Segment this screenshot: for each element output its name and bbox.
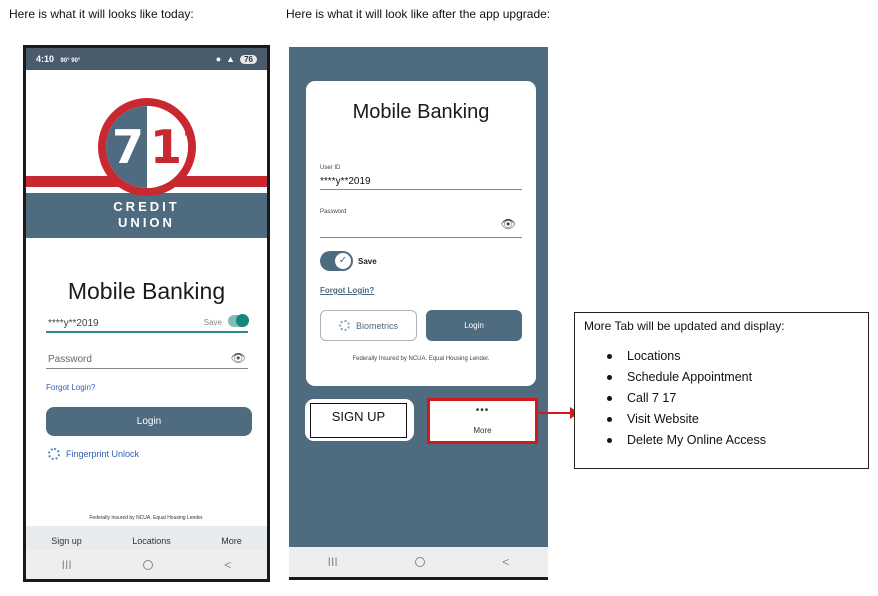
tab-sign-up[interactable]: Sign up <box>51 536 82 546</box>
caption-after: Here is what it will look like after the… <box>286 7 551 21</box>
system-nav-bar: III < <box>26 550 267 579</box>
password-field[interactable] <box>320 237 522 238</box>
login-card: Mobile Banking User ID ****y**2019 Passw… <box>306 81 536 386</box>
login-button[interactable]: Login <box>426 310 522 341</box>
phone-after-upgrade-screenshot: Mobile Banking User ID ****y**2019 Passw… <box>289 47 548 580</box>
status-time: 4:10 <box>36 54 55 64</box>
fingerprint-icon <box>48 448 60 460</box>
biometrics-button[interactable]: Biometrics <box>320 310 417 341</box>
logo-digit-right: 17 <box>147 106 188 188</box>
sign-up-card[interactable]: SIGN UP <box>305 399 414 441</box>
more-label: More <box>473 426 492 435</box>
password-field[interactable]: Password 👁 <box>46 349 248 369</box>
user-id-label: User ID <box>320 165 341 171</box>
status-left: 4:10 90° 90° <box>36 54 80 64</box>
back-icon[interactable]: < <box>502 555 509 569</box>
check-icon: ✓ <box>335 253 351 269</box>
more-tab-info-box: More Tab will be updated and display: Lo… <box>574 312 869 469</box>
status-right: ● ▲ 76 <box>216 54 257 64</box>
user-id-underline <box>320 189 522 190</box>
more-dots-icon: ••• <box>475 405 490 416</box>
password-placeholder: Password <box>48 354 92 365</box>
logo-digit-left: 7 <box>106 106 147 188</box>
fingerprint-unlock-label: Fingerprint Unlock <box>66 449 140 459</box>
home-icon[interactable] <box>414 557 425 567</box>
phone-today-screenshot: 4:10 90° 90° ● ▲ 76 CREDIT UNION 7 17 Mo… <box>23 45 270 582</box>
status-icons: 90° 90° <box>60 58 81 64</box>
list-item: Delete My Online Access <box>607 433 766 454</box>
list-item: Visit Website <box>607 412 766 433</box>
fingerprint-icon <box>338 320 350 331</box>
login-button[interactable]: Login <box>46 407 252 436</box>
recents-icon[interactable]: III <box>328 555 338 569</box>
sign-up-button[interactable]: SIGN UP <box>310 403 407 438</box>
credit-union-logo: 7 17 <box>98 98 196 196</box>
save-label: Save <box>203 318 222 327</box>
back-icon[interactable]: < <box>224 558 231 572</box>
logo-credit-text: CREDIT <box>113 199 180 214</box>
info-box-title: More Tab will be updated and display: <box>584 319 785 333</box>
signal-icon: ▲ <box>226 54 236 64</box>
save-toggle[interactable] <box>228 314 249 327</box>
save-toggle[interactable]: ✓ <box>320 251 353 271</box>
forgot-login-link[interactable]: Forgot Login? <box>320 286 374 295</box>
user-id-field[interactable]: ****y**2019 <box>320 176 371 187</box>
more-tab-button[interactable]: ••• More <box>427 398 538 444</box>
recents-icon[interactable]: III <box>62 558 72 572</box>
user-id-value: ****y**2019 <box>48 318 99 329</box>
logo-union-text: UNION <box>118 215 175 230</box>
federal-notice: Federally Insured by NCUA. Equal Housing… <box>352 356 490 362</box>
biometrics-label: Biometrics <box>355 320 398 331</box>
system-nav-bar: III < <box>289 547 548 577</box>
more-tab-items-list: Locations Schedule Appointment Call 7 17… <box>607 349 766 454</box>
eye-icon[interactable]: 👁 <box>501 217 516 231</box>
fingerprint-unlock-button[interactable]: Fingerprint Unlock <box>48 448 139 460</box>
tab-more[interactable]: More <box>221 536 242 546</box>
tab-locations[interactable]: Locations <box>132 536 171 546</box>
list-item: Schedule Appointment <box>607 370 766 391</box>
brand-slate-band: CREDIT UNION <box>26 193 267 238</box>
caption-today: Here is what it will looks like today: <box>9 7 194 21</box>
eye-icon[interactable]: 👁 <box>231 351 246 365</box>
page-title: Mobile Banking <box>352 101 490 123</box>
status-bar: 4:10 90° 90° ● ▲ 76 <box>26 48 267 70</box>
password-label: Password <box>320 209 347 215</box>
user-id-field[interactable]: ****y**2019 Save <box>46 313 249 333</box>
federal-notice: Federally Insured by NCUA. Equal Housing… <box>89 515 204 521</box>
page-title: Mobile Banking <box>67 278 226 304</box>
location-icon: ● <box>215 54 222 64</box>
list-item: Call 7 17 <box>607 391 766 412</box>
forgot-login-link[interactable]: Forgot Login? <box>46 383 95 392</box>
save-label: Save <box>358 257 377 266</box>
battery-indicator: 76 <box>240 54 257 64</box>
home-icon[interactable] <box>142 559 153 570</box>
list-item: Locations <box>607 349 766 370</box>
